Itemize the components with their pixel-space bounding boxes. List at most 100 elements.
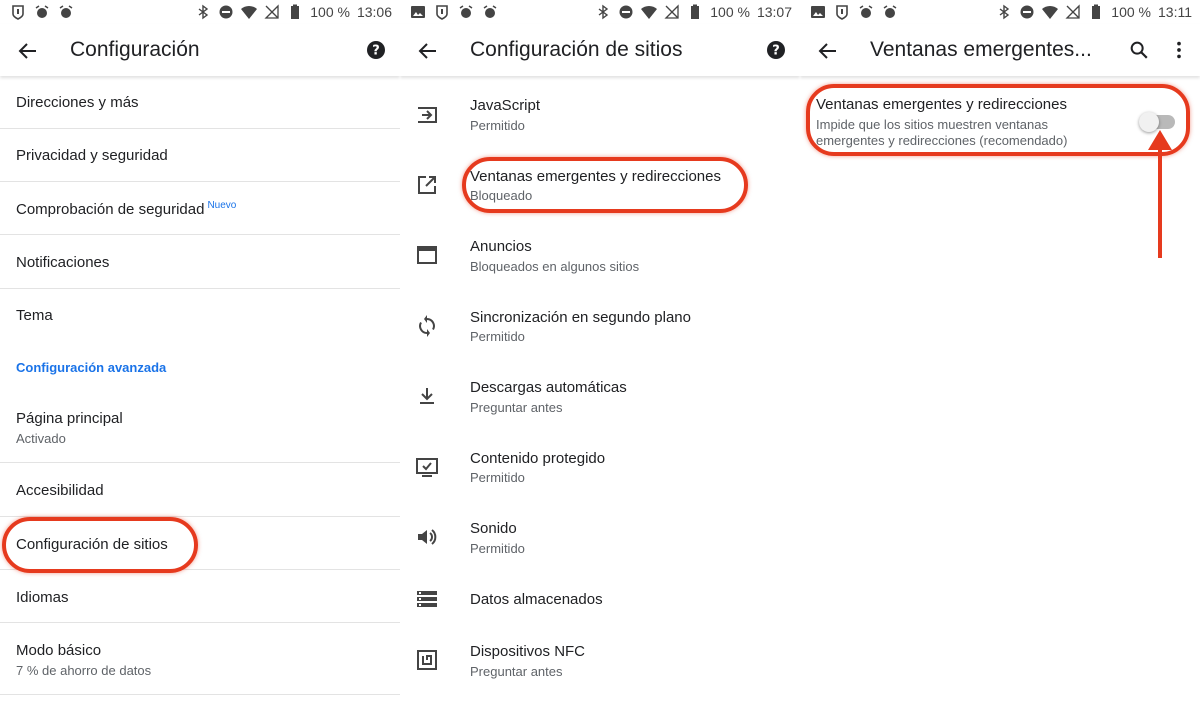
battery-percent: 100 % [1111,4,1151,20]
settings-item-accessibility[interactable]: Accesibilidad [0,463,400,517]
settings-item-homepage[interactable]: Página principal Activado [0,393,400,463]
settings-item-addresses[interactable]: Direcciones y más [0,76,400,129]
bluetooth-icon [198,4,209,20]
page-title: Configuración de sitios [470,38,683,61]
shield-notification-icon [436,5,448,20]
setting-description-line2: emergentes y redirecciones (recomendado) [816,133,1068,148]
back-arrow-icon[interactable] [816,39,840,63]
alarm-icon [483,5,497,18]
open-in-new-icon [418,176,436,194]
bluetooth-icon [598,4,609,20]
item-title: Notificaciones [16,254,110,271]
settings-item-site-settings[interactable]: Configuración de sitios [0,517,400,570]
clock: 13:11 [1158,4,1192,20]
settings-item-notifications[interactable]: Notificaciones [0,235,400,289]
item-title: JavaScript [470,97,541,114]
site-setting-auto-downloads[interactable]: Descargas automáticas Preguntar antes [400,362,800,432]
item-subtitle: Bloqueado [470,188,533,203]
battery-percent: 100 % [710,4,750,20]
back-arrow-icon[interactable] [16,39,40,63]
settings-item-privacy[interactable]: Privacidad y seguridad [0,129,400,182]
site-setting-ads[interactable]: Anuncios Bloqueados en algunos sitios [400,221,800,291]
shield-notification-icon [12,5,24,20]
item-subtitle: Permitido [470,329,525,344]
section-header-advanced: Configuración avanzada [16,360,167,375]
app-bar: Configuración de sitios ? [400,24,800,76]
alarm-icon [59,5,73,18]
settings-item-lite-mode[interactable]: Modo básico 7 % de ahorro de datos [0,623,400,695]
search-icon[interactable] [1128,39,1150,61]
svg-text:?: ? [372,44,380,59]
item-title: Accesibilidad [16,482,104,499]
help-icon[interactable]: ? [766,40,786,60]
alarm-icon [859,5,873,18]
bluetooth-icon [999,4,1010,20]
item-subtitle: 7 % de ahorro de datos [16,663,152,678]
image-icon [811,6,825,18]
app-bar: Ventanas emergentes... [800,24,1200,76]
item-title: Idiomas [16,589,69,606]
setting-title: Ventanas emergentes y redirecciones [816,96,1067,113]
site-setting-sound[interactable]: Sonido Permitido [400,503,800,573]
popups-panel: 100 % 13:11 Ventanas emergentes... Venta… [800,0,1200,711]
app-bar: Configuración ? [0,24,400,76]
battery-icon [1092,4,1101,19]
alarm-icon [35,5,49,18]
image-icon [411,6,425,18]
wifi-icon [641,5,658,19]
storage-icon [417,591,437,607]
clock: 13:07 [756,4,792,20]
item-subtitle: Permitido [470,118,525,133]
clock: 13:06 [356,4,392,20]
volume-icon [418,529,437,545]
item-subtitle: Bloqueados en algunos sitios [470,259,640,274]
protected-content-icon [416,458,438,477]
site-setting-javascript[interactable]: JavaScript Permitido [400,80,800,150]
do-not-disturb-icon [219,5,233,19]
item-title: Datos almacenados [470,591,603,608]
wifi-icon [1042,5,1059,19]
item-subtitle: Preguntar antes [470,400,563,415]
javascript-icon [418,107,437,123]
status-bar: 100 % 13:06 [0,0,400,24]
back-arrow-icon[interactable] [416,39,440,63]
item-subtitle: Permitido [470,541,525,556]
item-subtitle: Preguntar antes [470,664,563,679]
site-setting-popups[interactable]: Ventanas emergentes y redirecciones Bloq… [400,150,800,220]
settings-item-safety-check[interactable]: Comprobación de seguridad Nuevo [0,182,400,235]
item-title: Comprobación de seguridad [16,201,205,218]
site-setting-background-sync[interactable]: Sincronización en segundo plano Permitid… [400,291,800,361]
shield-notification-icon [836,5,848,20]
item-title: Sonido [470,520,517,537]
settings-item-theme[interactable]: Tema [0,289,400,341]
site-settings-panel: 100 % 13:07 Configuración de sitios ? Ja… [400,0,800,711]
item-title: Tema [16,307,53,324]
wifi-icon [241,5,258,19]
svg-text:?: ? [772,44,780,59]
setting-description-line1: Impide que los sitios muestren ventanas [816,117,1048,132]
item-title: Direcciones y más [16,94,139,111]
no-signal-icon [1065,4,1080,19]
item-subtitle: Permitido [470,470,525,485]
help-icon[interactable]: ? [366,40,386,60]
item-title: Página principal [16,410,123,427]
window-icon [417,246,437,264]
red-arrow-annotation [1148,130,1172,258]
site-setting-nfc[interactable]: Dispositivos NFC Preguntar antes [400,626,800,696]
battery-percent: 100 % [310,4,350,20]
nfc-icon [417,650,437,670]
new-badge: Nuevo [207,200,237,211]
more-vert-icon[interactable] [1168,39,1190,61]
status-bar: 100 % 13:11 [800,0,1200,24]
settings-item-languages[interactable]: Idiomas [0,570,400,623]
item-title: Anuncios [470,238,532,255]
download-icon [420,388,434,404]
alarm-icon [883,5,897,18]
settings-panel: 100 % 13:06 Configuración ? Direcciones … [0,0,400,711]
battery-icon [691,4,700,19]
item-subtitle: Activado [16,431,66,446]
item-title: Descargas automáticas [470,379,627,396]
site-setting-protected-content[interactable]: Contenido protegido Permitido [400,432,800,502]
no-signal-icon [664,4,679,19]
item-title: Sincronización en segundo plano [470,309,691,326]
